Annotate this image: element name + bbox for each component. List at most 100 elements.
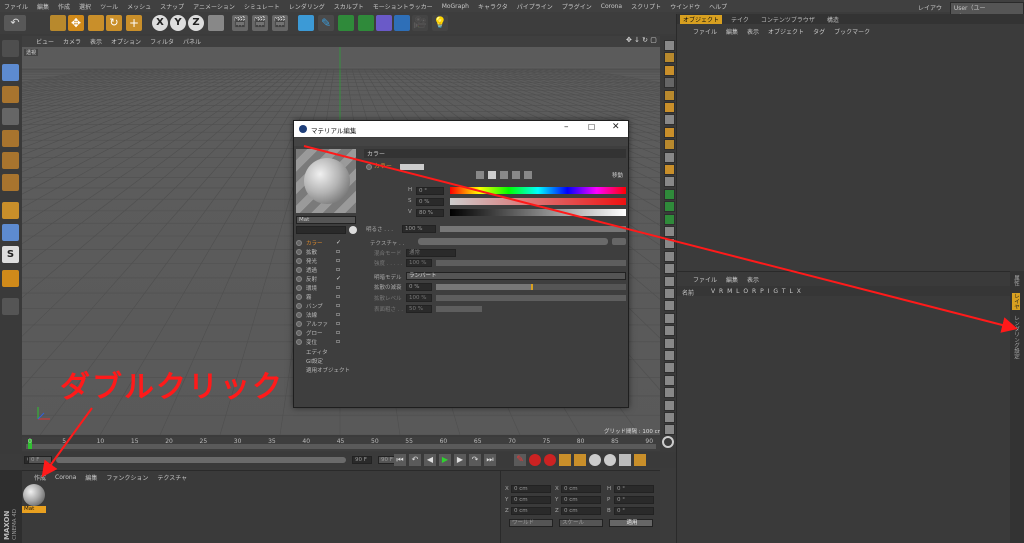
color-mode-icons[interactable]	[476, 171, 532, 179]
workplane-button[interactable]	[2, 108, 19, 125]
side-tool-button[interactable]	[664, 412, 675, 423]
menu-item-7[interactable]: アニメーション	[193, 2, 235, 11]
diffuse-level-field[interactable]: 100 %	[406, 294, 432, 302]
objects-tab-1[interactable]: テイク	[728, 15, 752, 24]
side-tool-button[interactable]	[664, 64, 675, 76]
subdivision-button[interactable]	[338, 15, 354, 31]
menu-item-19[interactable]: ヘルプ	[709, 2, 727, 11]
material-manager-menu-item-4[interactable]: テクスチャ	[157, 473, 187, 482]
objects-menu-item-1[interactable]: 編集	[726, 27, 738, 36]
rot-key-button[interactable]	[589, 454, 601, 466]
texture-slot[interactable]	[418, 238, 608, 245]
goto-start-button[interactable]: ⏮	[394, 454, 406, 466]
apply-button[interactable]: 適用	[609, 519, 653, 527]
render-picture-viewer-button[interactable]: 🎬	[252, 15, 268, 31]
side-tool-button[interactable]	[664, 151, 675, 163]
channel-checkbox[interactable]: ▫	[336, 311, 340, 318]
hue-gradient-slider[interactable]	[450, 187, 626, 194]
next-frame-button[interactable]: ▶	[454, 454, 466, 466]
objects-tab-0[interactable]: オブジェクト	[680, 14, 723, 24]
menu-item-8[interactable]: シミュレート	[244, 2, 280, 11]
objects-menu-item-0[interactable]: ファイル	[693, 27, 717, 36]
h-field[interactable]: 0 °	[416, 187, 444, 195]
channel-checkbox[interactable]: ▫	[336, 266, 340, 273]
channel-checkbox[interactable]: ▫	[336, 284, 340, 291]
model-mode-button[interactable]	[2, 64, 19, 81]
select-tool-button[interactable]	[50, 15, 66, 31]
channel-row[interactable]: 環境 ▫	[296, 283, 366, 292]
scale-tool-button[interactable]	[88, 15, 104, 31]
channel-checkbox[interactable]: ▫	[336, 257, 340, 264]
film-button[interactable]	[634, 454, 646, 466]
material-thumbnail[interactable]: Mat	[22, 484, 46, 514]
menu-item-3[interactable]: 選択	[79, 2, 91, 11]
side-tool-button[interactable]	[664, 250, 675, 262]
side-tool-button[interactable]	[664, 102, 675, 113]
channel-row[interactable]: 変位 ▫	[296, 337, 366, 346]
side-tool-button[interactable]	[664, 424, 675, 436]
attributes-menu-item-1[interactable]: 編集	[726, 275, 738, 284]
texture-mode-button[interactable]	[2, 86, 19, 103]
menu-item-17[interactable]: スクリプト	[631, 2, 661, 11]
side-tool-button[interactable]	[664, 312, 675, 324]
viewport-menu-item-0[interactable]: ビュー	[36, 37, 54, 46]
viewport-menu-item-5[interactable]: パネル	[183, 37, 201, 46]
side-tool-button[interactable]	[664, 77, 675, 89]
pos-z-field[interactable]: 0 cm	[511, 507, 551, 515]
texture-more-button[interactable]	[612, 238, 626, 245]
floor-button[interactable]	[394, 15, 410, 31]
diffuse-falloff-slider[interactable]	[436, 284, 626, 290]
x-axis-button[interactable]: X	[152, 15, 168, 31]
array-button[interactable]	[358, 15, 374, 31]
play-button[interactable]: ▶	[439, 454, 451, 466]
attributes-menu-item-0[interactable]: ファイル	[693, 275, 717, 284]
diffuse-level-slider[interactable]	[436, 295, 626, 301]
pla-key-button[interactable]	[619, 454, 631, 466]
timeline-settings-icon[interactable]	[662, 436, 674, 448]
move-tool-button[interactable]: ✥	[68, 15, 84, 31]
right-tab-render-settings[interactable]: レンダリング設定	[1012, 315, 1020, 359]
brightness-slider[interactable]	[440, 226, 626, 232]
brightness-field[interactable]: 100 %	[402, 225, 436, 233]
channel-row[interactable]: グロー ▫	[296, 328, 366, 337]
param-key-button[interactable]	[604, 454, 616, 466]
render-view-button[interactable]: 🎬	[232, 15, 248, 31]
menu-item-0[interactable]: ファイル	[4, 2, 28, 11]
channel-extra-item[interactable]: GI設定	[306, 357, 323, 365]
side-tool-button[interactable]	[664, 139, 675, 151]
channel-row[interactable]: バンプ ▫	[296, 301, 366, 310]
rot-h-field[interactable]: 0 °	[614, 485, 654, 493]
close-button[interactable]: ✕	[612, 122, 620, 132]
side-tool-button[interactable]	[664, 387, 675, 399]
size-z-field[interactable]: 0 cm	[561, 507, 601, 515]
viewport-menu-item-3[interactable]: オプション	[111, 37, 141, 46]
range-slider[interactable]	[56, 457, 346, 463]
keyframe-controls[interactable]: ✎	[514, 454, 646, 466]
menu-item-13[interactable]: キャラクタ	[478, 2, 508, 11]
scale-key-button[interactable]	[574, 454, 586, 466]
side-tool-button[interactable]	[664, 275, 675, 287]
channel-checkbox[interactable]: ▫	[336, 248, 340, 255]
side-tool-button[interactable]	[664, 226, 675, 237]
menu-item-11[interactable]: モーショントラッカー	[373, 2, 433, 11]
diffuse-falloff-field[interactable]: 0 %	[406, 283, 432, 291]
objects-menu-item-5[interactable]: ブックマーク	[834, 27, 870, 36]
rotate-tool-button[interactable]: ↻	[106, 15, 122, 31]
material-thumb-label[interactable]: Mat	[22, 506, 46, 513]
channel-extra-item[interactable]: エディタ	[306, 348, 328, 356]
rot-p-field[interactable]: 0 °	[614, 496, 654, 504]
side-tool-button[interactable]	[664, 213, 675, 225]
material-manager-menu-item-3[interactable]: ファンクション	[106, 473, 148, 482]
material-manager-menu-item-0[interactable]: 作成	[34, 473, 46, 482]
side-tool-button[interactable]	[664, 52, 675, 64]
edges-mode-button[interactable]	[2, 152, 19, 169]
pos-key-button[interactable]	[559, 454, 571, 466]
maximize-button[interactable]: ☐	[588, 123, 595, 132]
side-tool-button[interactable]	[664, 337, 675, 349]
side-tool-button[interactable]	[664, 362, 675, 374]
channel-row[interactable]: 発光 ▫	[296, 256, 366, 265]
scale-mode-dropdown[interactable]: スケール	[559, 519, 603, 527]
coordinate-system-button[interactable]	[208, 15, 224, 31]
side-tool-button[interactable]	[664, 263, 675, 275]
channel-checkbox[interactable]: ▫	[336, 320, 340, 327]
